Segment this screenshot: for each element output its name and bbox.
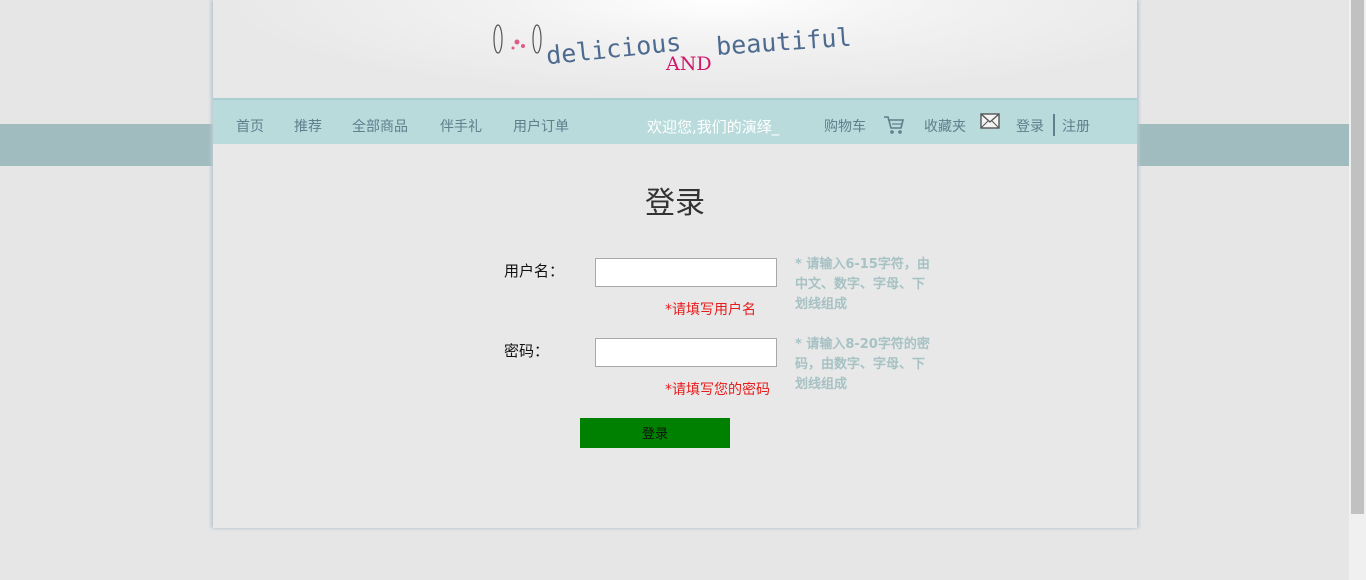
nav-item-home[interactable]: 首页 (236, 116, 264, 136)
username-input[interactable] (595, 258, 777, 287)
username-label: 用户名： (504, 262, 565, 280)
nav-item-recommend[interactable]: 推荐 (294, 116, 322, 136)
username-error: *请填写用户名 (665, 302, 756, 318)
password-input[interactable] (595, 338, 777, 367)
top-nav: 首页 推荐 全部商品 伴手礼 用户订单 欢迎您,我们的演绎_ 购物车 收藏夹 登… (213, 98, 1137, 144)
scrollbar-thumb[interactable] (1351, 0, 1364, 514)
nav-divider (1053, 114, 1055, 136)
envelope-icon[interactable] (980, 113, 1000, 129)
logo-text-right: beautiful (715, 23, 852, 61)
page-container: delicious AND beautiful 首页 推荐 全部商品 伴手礼 用… (213, 0, 1137, 528)
cart-link[interactable]: 购物车 (824, 116, 866, 136)
password-label: 密码： (504, 342, 550, 360)
bunny-ears-icon (493, 24, 542, 54)
favorites-link[interactable]: 收藏夹 (924, 116, 966, 136)
page-title: 登录 (645, 186, 705, 221)
logo-text-mid: AND (665, 53, 712, 74)
login-button[interactable]: 登录 (580, 418, 730, 448)
nav-item-all-products[interactable]: 全部商品 (352, 116, 408, 136)
welcome-text: 欢迎您,我们的演绎_ (647, 118, 780, 136)
password-hint: * 请输入8-20字符的密码，由数字、字母、下划线组成 (795, 337, 930, 392)
nav-item-gifts[interactable]: 伴手礼 (440, 116, 482, 136)
login-link[interactable]: 登录 (1016, 116, 1044, 136)
header: delicious AND beautiful (213, 0, 1137, 98)
nav-item-orders[interactable]: 用户订单 (513, 116, 569, 136)
password-error: *请填写您的密码 (665, 382, 770, 398)
logo-text-left: delicious (545, 27, 683, 70)
register-link[interactable]: 注册 (1062, 116, 1090, 136)
shopping-cart-icon[interactable] (883, 115, 905, 135)
site-logo[interactable]: delicious AND beautiful (488, 12, 858, 74)
username-hint: * 请输入6-15字符，由中文、数字、字母、下划线组成 (795, 257, 930, 312)
